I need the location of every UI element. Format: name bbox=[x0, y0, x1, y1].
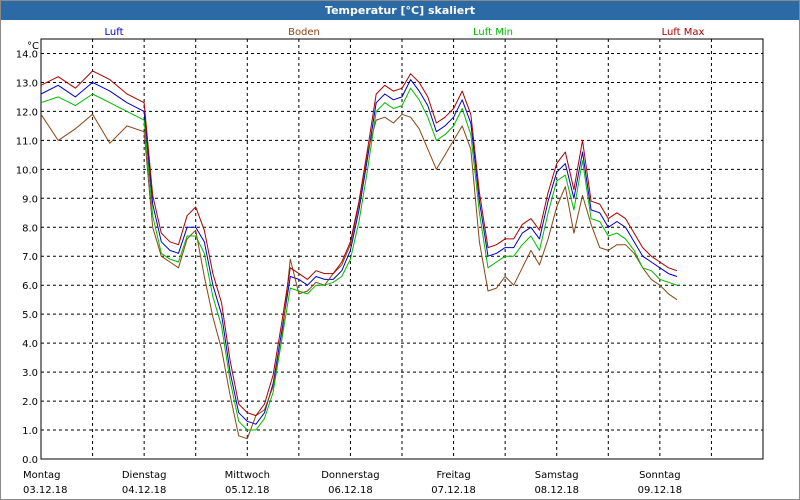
legend-entry-2: Luft Min bbox=[473, 27, 513, 38]
x-tick-day-label: Montag bbox=[23, 470, 60, 481]
y-tick-label: 13.0 bbox=[16, 78, 38, 89]
legend-entry-0: Luft bbox=[105, 27, 124, 38]
grid bbox=[41, 39, 763, 460]
series-line-3 bbox=[40, 70, 678, 417]
y-tick-label: 10.0 bbox=[16, 165, 38, 176]
x-tick-date-label: 07.12.18 bbox=[431, 485, 476, 496]
x-tick-date-label: 06.12.18 bbox=[328, 485, 373, 496]
y-tick-label: 9.0 bbox=[22, 194, 38, 205]
y-tick-label: 3.0 bbox=[22, 368, 38, 379]
chart-window: Temperatur [°C] skaliert Luft Boden Luft M… bbox=[0, 0, 800, 500]
y-tick-label: 4.0 bbox=[22, 339, 38, 350]
x-tick-day-label: Donnerstag bbox=[321, 470, 379, 481]
x-tick-date-label: 09.12.18 bbox=[638, 485, 683, 496]
legend-entry-1: Boden bbox=[288, 27, 320, 38]
x-tick-day-label: Sonntag bbox=[639, 470, 681, 481]
x-tick-date-label: 03.12.18 bbox=[23, 485, 68, 496]
x-tick-day-label: Mittwoch bbox=[225, 470, 270, 481]
y-tick-label: 14.0 bbox=[16, 49, 38, 60]
temperature-chart: Luft Boden Luft Min Luft Max °C 0.01.02.03.… bbox=[16, 27, 764, 496]
x-tick-day-label: Freitag bbox=[436, 470, 470, 481]
legend: Luft Boden Luft Min Luft Max bbox=[105, 27, 705, 38]
y-tick-label: 7.0 bbox=[22, 252, 38, 263]
x-tick-date-label: 05.12.18 bbox=[225, 485, 270, 496]
y-tick-label: 0.0 bbox=[22, 455, 38, 466]
y-tick-label: 8.0 bbox=[22, 223, 38, 234]
x-tick-day-label: Samstag bbox=[535, 470, 579, 481]
y-tick-label: 5.0 bbox=[22, 310, 38, 321]
y-tick-label: 12.0 bbox=[16, 107, 38, 118]
y-tick-label: 2.0 bbox=[22, 397, 38, 408]
series-line-2 bbox=[40, 87, 678, 431]
x-axis-ticks: Montag 03.12.18 Dienstag 04.12.18 Mittwoch 05… bbox=[23, 470, 682, 496]
y-axis-ticks: 0.0 1.0 2.0 3.0 4.0 5.0 6.0 7.0 8.0 9.0 10.0 11.0 12… bbox=[16, 49, 38, 466]
x-tick-day-label: Dienstag bbox=[122, 470, 167, 481]
x-tick-date-label: 04.12.18 bbox=[122, 485, 167, 496]
legend-entry-3: Luft Max bbox=[662, 27, 705, 38]
x-tick-date-label: 08.12.18 bbox=[534, 485, 579, 496]
series-lines bbox=[40, 70, 678, 440]
y-tick-label: 1.0 bbox=[22, 426, 38, 437]
y-tick-label: 6.0 bbox=[22, 281, 38, 292]
y-tick-label: 11.0 bbox=[16, 136, 38, 147]
